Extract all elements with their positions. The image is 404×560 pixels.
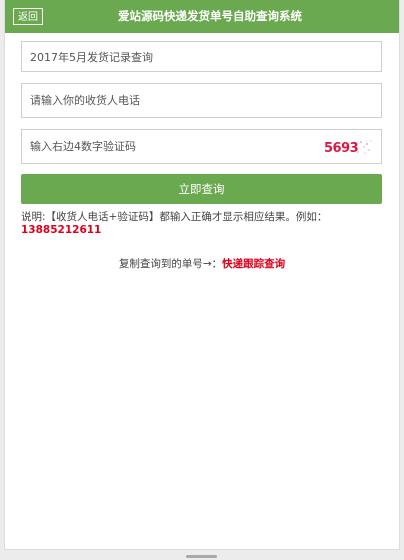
captcha-noise bbox=[357, 140, 372, 154]
bottom-scroll-handle[interactable] bbox=[186, 555, 217, 558]
copy-tracking-line: 复制查询到的单号→：快递跟踪查询 bbox=[5, 256, 399, 271]
page-container: 返回 爱站源码快递发货单号自助查询系统 5693 立即 bbox=[4, 0, 400, 550]
captcha-code: 5693 bbox=[324, 141, 359, 156]
header-bar: 返回 爱站源码快递发货单号自助查询系统 bbox=[5, 0, 399, 33]
phone-field[interactable] bbox=[21, 83, 382, 118]
captcha-graphic: 5693 bbox=[324, 140, 372, 156]
phone-input[interactable] bbox=[22, 84, 381, 117]
captcha-field[interactable]: 5693 bbox=[21, 129, 382, 164]
query-period-field[interactable] bbox=[21, 41, 382, 72]
copy-tracking-prefix: 复制查询到的单号→： bbox=[118, 258, 223, 270]
example-phone-number: 13885212611 bbox=[21, 224, 102, 236]
page-title: 爱站源码快递发货单号自助查询系统 bbox=[118, 9, 302, 23]
submit-query-button[interactable]: 立即查询 bbox=[21, 174, 382, 204]
captcha-image[interactable]: 5693 bbox=[323, 138, 373, 156]
instructions-note: 说明:【收货人电话+验证码】都输入正确才显示相应结果。例如： 138852126… bbox=[21, 211, 389, 237]
query-period-input[interactable] bbox=[22, 42, 381, 71]
tracking-query-link[interactable]: 快递跟踪查询 bbox=[222, 258, 285, 270]
instructions-text: 说明:【收货人电话+验证码】都输入正确才显示相应结果。例如： bbox=[21, 211, 328, 223]
